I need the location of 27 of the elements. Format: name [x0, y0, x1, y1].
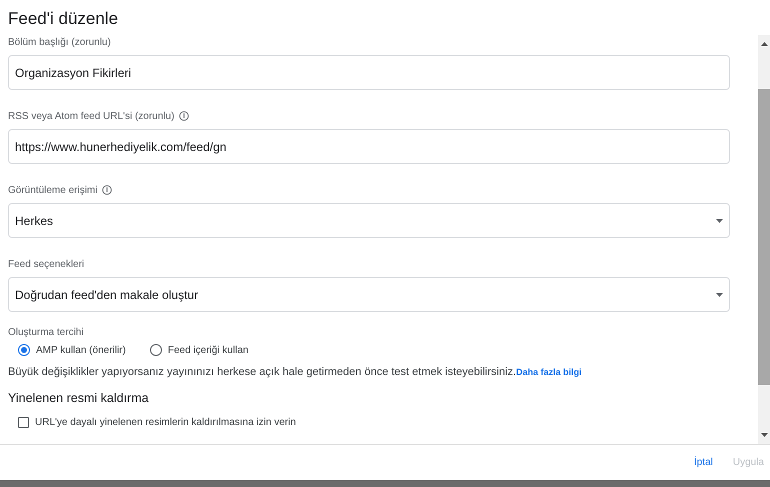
input-field[interactable]: https://www.hunerhediyelik.com/feed/gn: [8, 129, 730, 164]
field-label: Bölüm başlığı (zorunlu): [8, 36, 111, 48]
radio-label[interactable]: Feed içeriği kullan: [168, 344, 248, 356]
dialog-title: Feed'i düzenle: [7, 8, 120, 30]
field-label: Görüntüleme erişimi: [8, 184, 98, 196]
dropdown-field[interactable]: Herkes: [8, 203, 730, 238]
scroll-down-icon[interactable]: [760, 433, 768, 437]
info-icon[interactable]: [102, 185, 112, 195]
section-label: Oluşturma tercihi: [8, 327, 85, 338]
scroll-up-icon[interactable]: [760, 42, 768, 46]
notice-text: Büyük değişiklikler yapıyorsanız yayınınızı herkese açık hale getirmeden önce test etmek isteyebilirsiniz.Daha fazla bilgi: [8, 366, 583, 378]
checkbox[interactable]: [18, 417, 29, 428]
scrollbar[interactable]: [758, 35, 770, 444]
field-label: Feed seçenekleri: [8, 258, 84, 270]
radio-button[interactable]: [150, 344, 162, 356]
dropdown-caret-icon: [716, 292, 723, 296]
checkbox-label[interactable]: URL'ye dayalı yinelenen resimlerin kaldırılmasına izin verin: [35, 417, 296, 428]
dropdown-caret-icon: [716, 218, 723, 222]
learn-more-link[interactable]: Daha fazla bilgi: [516, 367, 582, 377]
info-icon[interactable]: [179, 111, 190, 121]
dropdown-field[interactable]: Doğrudan feed'den makale oluştur: [8, 277, 730, 312]
radio-button[interactable]: [18, 344, 30, 356]
cancel-button[interactable]: İptal: [694, 453, 713, 472]
radio-label[interactable]: AMP kullan (önerilir): [36, 344, 126, 356]
input-field[interactable]: Organizasyon Fikirleri: [8, 55, 730, 90]
section-heading: Yinelenen resmi kaldırma: [8, 391, 150, 405]
field-label: RSS veya Atom feed URL'si (zorunlu): [8, 110, 174, 122]
